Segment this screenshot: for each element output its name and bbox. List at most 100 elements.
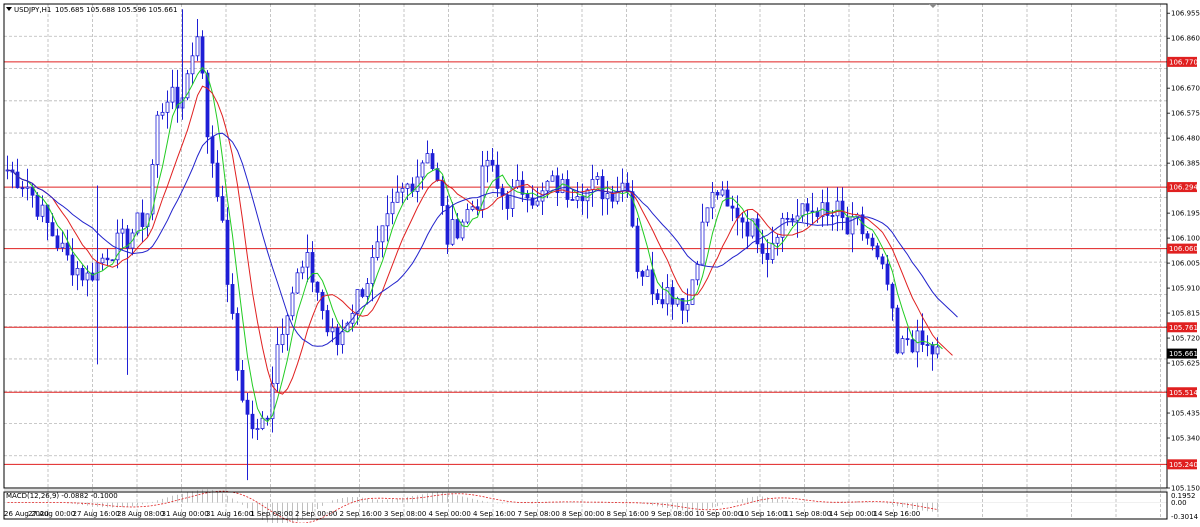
price-chart[interactable]: 106.955 106.860 106.670 106.575 106.480 106.3… [0,0,1200,527]
time-tick-label: 14 Sep 16:00 [874,510,921,518]
chart-window[interactable]: 106.955 106.860 106.670 106.575 106.480 106.3… [0,0,1200,527]
time-tick-label: 31 Aug 16:00 [206,510,253,518]
candle-body [340,331,345,346]
chart-ohlc: 105.685 105.688 105.596 105.661 [55,6,177,14]
candle-body [895,307,900,354]
candle-body [885,263,890,285]
candle-body [450,219,455,245]
candle-body [525,193,530,199]
candle-body [300,266,305,274]
candle-body [795,215,800,221]
candle-body [375,241,380,258]
candle-body [140,212,145,227]
candle-body [710,191,715,209]
candle-body [575,196,580,201]
candle-body [135,212,140,234]
level-label: 106.294 [1169,184,1198,192]
candle-body [925,344,930,346]
candle-body [400,187,405,193]
candle-body [830,215,835,217]
candle-body [800,203,805,217]
candle-body [40,204,45,217]
candle-body [75,267,80,276]
candle-body [395,191,400,203]
candle-body [280,333,285,346]
candle-body [705,207,710,223]
time-tick-label: 4 Sep 16:00 [473,510,515,518]
candle-body [875,245,880,258]
price-tick-label: 106.100 [1171,235,1200,243]
macd-tick-label: 0.00 [1171,499,1187,507]
candle-body [315,281,320,293]
price-tick-label: 105.435 [1171,410,1200,418]
time-tick-label: 1 Sep 08:00 [251,510,293,518]
candle-body [775,236,780,244]
chart-symbol: USDJPY,H1 [14,6,51,14]
candle-body [60,242,65,249]
candle-body [610,193,615,202]
candle-body [635,225,640,272]
candle-body [210,136,215,164]
candle-body [285,315,290,335]
candle-body [250,413,255,430]
candle-body [880,256,885,265]
time-tick-label: 2 Sep 00:00 [295,510,337,518]
candle-body [240,370,245,401]
candle-body [580,196,585,202]
candle-body [160,111,165,116]
candle-body [55,235,60,249]
candle-body [505,195,510,209]
candle-body [220,196,225,221]
candle-body [910,339,915,353]
time-tick-label: 10 Sep 00:00 [696,510,743,518]
candle-body [225,219,230,285]
candle-body [790,218,795,221]
candle-body [170,86,175,103]
candle-body [760,243,765,254]
candle-body [500,188,505,196]
candle-body [550,175,555,182]
candle-body [470,206,475,210]
candle-body [420,162,425,178]
candle-body [20,187,25,190]
candle-body [320,291,325,311]
candle-body [465,209,470,223]
time-tick-label: 27 Aug 00:00 [28,510,75,518]
candle-body [685,304,690,311]
candle-body [595,176,600,180]
candle-body [50,222,55,237]
time-tick-label: 28 Aug 08:00 [117,510,164,518]
candle-body [430,153,435,169]
candle-body [235,313,240,371]
candle-body [905,338,910,341]
candle-body [165,101,170,113]
price-tick-label: 105.815 [1171,310,1200,318]
candle-body [445,205,450,245]
candle-body [515,179,520,188]
price-tick-label: 105.720 [1171,335,1200,343]
candle-body [205,72,210,138]
candle-body [690,279,695,305]
level-label: 105.240 [1169,461,1198,469]
candle-body [120,228,125,234]
candle-body [35,194,40,217]
candle-body [535,200,540,206]
candle-body [920,330,925,345]
candle-body [325,310,330,333]
candle-body [425,153,430,164]
candle-body [650,269,655,295]
candle-body [865,233,870,239]
candle-body [155,114,160,165]
time-tick-label: 7 Sep 08:00 [518,510,560,518]
candle-body [230,284,235,314]
candle-body [385,213,390,227]
candle-body [370,256,375,285]
price-tick-label: 106.955 [1171,10,1200,18]
candle-body [305,252,310,268]
candle-body [770,242,775,260]
candle-body [745,221,750,237]
macd-tick-label: -0.3014 [1171,513,1199,521]
candle-body [930,344,935,355]
candle-body [15,171,20,189]
candle-body [700,221,705,265]
